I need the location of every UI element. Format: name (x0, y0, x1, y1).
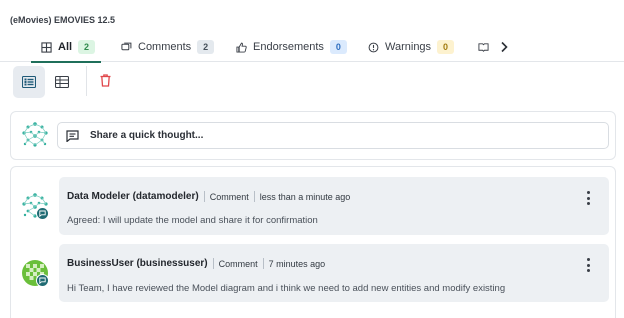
quick-thought-input[interactable]: Share a quick thought... (57, 122, 609, 149)
tab-bar: All 2 Comments 2 Endorsements 0 Warnings… (0, 32, 624, 63)
tab-warnings-count: 0 (437, 40, 455, 54)
more-options-icon[interactable] (585, 191, 591, 205)
toolbar-divider (86, 66, 87, 96)
comment-type-badge (36, 274, 49, 287)
activity-panel: (eMovies) EMOVIES 12.5 All 2 Comments 2 … (0, 0, 624, 318)
quick-thought-placeholder: Share a quick thought... (90, 130, 204, 141)
comment-item: Data Modeler (datamodeler) Comment less … (59, 177, 609, 235)
tab-comments-count: 2 (197, 40, 215, 54)
comment-item: BusinessUser (businessuser) Comment 7 mi… (59, 244, 609, 302)
tab-all-label: All (58, 41, 73, 53)
page-title: (eMovies) EMOVIES 12.5 (10, 15, 116, 25)
comment-text: Hi Team, I have reviewed the Model diagr… (67, 283, 506, 294)
view-toolbar (0, 62, 624, 102)
delete-button[interactable] (89, 64, 121, 96)
tab-more[interactable] (478, 32, 489, 62)
comment-time: less than a minute ago (259, 191, 351, 202)
user-avatar (22, 122, 48, 147)
message-icon (66, 129, 79, 142)
table-view-button[interactable] (46, 66, 78, 98)
chevron-right-icon[interactable] (498, 40, 510, 54)
tab-endorsements-count: 0 (329, 40, 347, 54)
divider (203, 191, 205, 202)
list-view-button[interactable] (13, 66, 45, 98)
divider (253, 191, 255, 202)
more-options-icon[interactable] (585, 258, 591, 272)
tab-endorsements-label: Endorsements (253, 41, 324, 53)
comment-type: Comment (218, 258, 258, 269)
comments-icon (121, 42, 132, 50)
comment-author[interactable]: BusinessUser (businessuser) (67, 258, 208, 269)
trash-icon (100, 73, 110, 87)
grid-icon (41, 41, 52, 53)
chat-icon (39, 210, 46, 217)
tab-endorsements[interactable]: Endorsements 0 (236, 32, 347, 62)
tab-warnings-label: Warnings (385, 41, 432, 53)
comment-header: Data Modeler (datamodeler) Comment less … (67, 191, 350, 202)
list-view-icon (22, 76, 36, 88)
book-icon (478, 42, 489, 52)
warning-icon (368, 42, 379, 52)
table-view-icon (55, 76, 69, 88)
divider (212, 258, 214, 269)
comment-author[interactable]: Data Modeler (datamodeler) (67, 191, 199, 202)
tab-comments[interactable]: Comments 2 (121, 32, 215, 62)
comment-header: BusinessUser (businessuser) Comment 7 mi… (67, 258, 325, 269)
tab-comments-label: Comments (138, 41, 192, 53)
chat-icon (39, 277, 46, 284)
comment-time: 7 minutes ago (268, 258, 326, 269)
comment-text: Agreed: I will update the model and shar… (67, 215, 318, 226)
tab-all[interactable]: All 2 (30, 32, 102, 63)
comment-type: Comment (209, 191, 249, 202)
tab-all-count: 2 (78, 40, 96, 54)
tab-warnings[interactable]: Warnings 0 (368, 32, 455, 62)
comment-type-badge (36, 207, 49, 220)
thumbs-up-icon (236, 42, 247, 53)
divider (262, 258, 264, 269)
